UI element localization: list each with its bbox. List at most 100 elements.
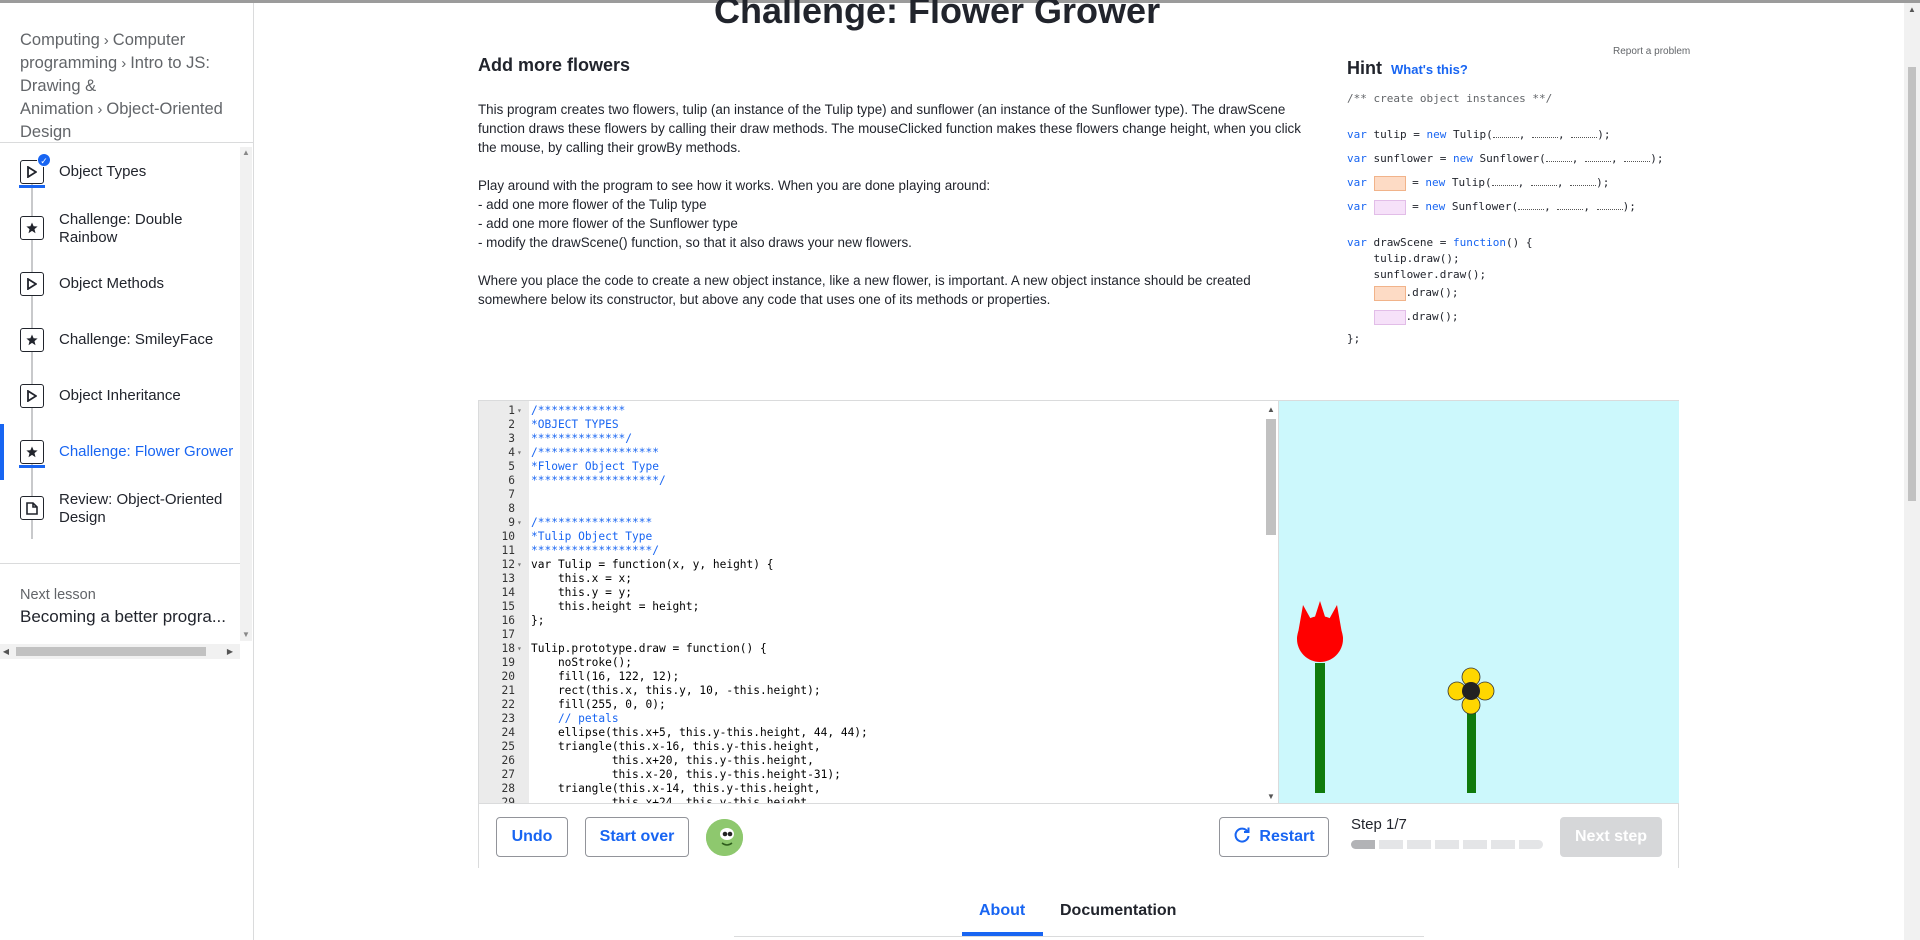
next-lesson-link[interactable]: Becoming a better progra... <box>20 607 226 627</box>
sidebar-item-object-methods[interactable]: Object Methods <box>0 256 240 312</box>
code-line[interactable]: 27 this.x-20, this.y-this.height-31); <box>479 768 1259 782</box>
code-line[interactable]: 3 **************/ <box>479 432 1259 446</box>
canvas-drawing <box>1297 601 1495 793</box>
sidebar-item-object-inheritance[interactable]: Object Inheritance <box>0 368 240 424</box>
scroll-right-arrow-icon[interactable]: ▶ <box>224 644 236 659</box>
code-line[interactable]: 29 this.x+24, this.y-this.height, <box>479 796 1259 803</box>
code-line[interactable]: 5 *Flower Object Type <box>479 460 1259 474</box>
scrollbar-thumb[interactable] <box>1266 419 1276 535</box>
code-line[interactable]: 10 *Tulip Object Type <box>479 530 1259 544</box>
code-line[interactable]: 21 rect(this.x, this.y, 10, -this.height… <box>479 684 1259 698</box>
code-line[interactable]: 2 *OBJECT TYPES <box>479 418 1259 432</box>
code-text: triangle(this.x-16, this.y-this.height, <box>531 740 821 753</box>
code-text: triangle(this.x-14, this.y-this.height, <box>531 782 821 795</box>
restart-icon <box>1233 826 1251 849</box>
code-line[interactable]: 26 this.x+20, this.y-this.height, <box>479 754 1259 768</box>
scroll-left-arrow-icon[interactable]: ◀ <box>0 644 12 659</box>
code-line[interactable]: 9 ▾ /***************** <box>479 516 1259 530</box>
restart-button[interactable]: Restart <box>1219 817 1329 857</box>
code-text: this.x-20, this.y-this.height-31); <box>531 768 841 781</box>
scrollbar-thumb[interactable] <box>1908 67 1916 501</box>
tab-about[interactable]: About <box>979 902 1025 920</box>
avatar[interactable] <box>706 819 743 856</box>
blank-field <box>1492 128 1519 138</box>
code-line[interactable]: 1 ▾ /************* <box>479 404 1259 418</box>
code-line[interactable]: 14 this.y = y; <box>479 586 1259 600</box>
next-step-button[interactable]: Next step <box>1560 817 1662 857</box>
sidebar-item-challenge-flower-grower[interactable]: Challenge: Flower Grower <box>0 424 240 480</box>
code-line[interactable]: 7 <box>479 488 1259 502</box>
sidebar-item-object-types[interactable]: ✓ Object Types <box>0 144 240 200</box>
sidebar-item-review-object-oriented-design[interactable]: Review: Object-Oriented Design <box>0 480 240 536</box>
code-line[interactable]: 17 <box>479 628 1259 642</box>
blank-field <box>1624 152 1651 162</box>
start-over-button[interactable]: Start over <box>585 817 689 857</box>
code-line[interactable]: 8 <box>479 502 1259 516</box>
breadcrumb-link-computing[interactable]: Computing <box>20 31 100 49</box>
fold-arrow-icon[interactable]: ▾ <box>517 516 527 530</box>
code-line[interactable]: 20 fill(16, 122, 12); <box>479 670 1259 684</box>
line-number: 16 <box>501 614 515 627</box>
editor-panel: ▲ ▼ 1 ▾/************* 2 *OBJECT TYPES 3 *****… <box>478 400 1679 868</box>
divider <box>734 936 1424 937</box>
fold-arrow-icon[interactable]: ▾ <box>517 446 527 460</box>
scrollbar-thumb[interactable] <box>16 647 206 656</box>
fold-arrow-icon[interactable]: ▾ <box>517 558 527 572</box>
step-label: Step 1/7 <box>1351 816 1407 833</box>
scroll-down-arrow-icon[interactable]: ▼ <box>240 629 252 641</box>
scroll-up-arrow-icon[interactable]: ▲ <box>240 147 252 159</box>
editor-scrollbar[interactable]: ▲ ▼ <box>1263 405 1279 801</box>
line-number: 15 <box>501 600 515 613</box>
code-line[interactable]: 16}; <box>479 614 1259 628</box>
step-segment <box>1435 840 1459 849</box>
sidebar-item-challenge-smileyface[interactable]: Challenge: SmileyFace <box>0 312 240 368</box>
code-line[interactable]: 22 fill(255, 0, 0); <box>479 698 1259 712</box>
line-number: 28 <box>501 782 515 795</box>
hint-line-sunflower: var sunflower = new Sunflower(, , ); <box>1347 152 1664 165</box>
code-line[interactable]: 19 noStroke(); <box>479 656 1259 670</box>
whats-this-link[interactable]: What's this? <box>1391 62 1468 77</box>
code-line[interactable]: 6 *******************/ <box>479 474 1259 488</box>
output-canvas[interactable] <box>1278 401 1679 803</box>
sidebar-item-challenge-double-rainbow[interactable]: Challenge: Double Rainbow <box>0 200 240 256</box>
code-line[interactable]: 12 ▾ var Tulip = function(x, y, height) { <box>479 558 1259 572</box>
code-line[interactable]: 24 ellipse(this.x+5, this.y-this.height,… <box>479 726 1259 740</box>
star-icon <box>19 440 45 468</box>
code-text: *OBJECT TYPES <box>531 418 619 431</box>
code-editor[interactable]: ▲ ▼ 1 ▾/************* 2 *OBJECT TYPES 3 *****… <box>479 401 1279 803</box>
code-line[interactable]: 11 ******************/ <box>479 544 1259 558</box>
sidebar-vertical-scrollbar[interactable]: ▲ ▼ <box>240 147 252 641</box>
section-heading: Add more flowers <box>478 55 631 75</box>
fold-arrow-icon[interactable]: ▾ <box>517 642 527 656</box>
line-number: 14 <box>501 586 515 599</box>
step-segment <box>1407 840 1431 849</box>
tab-documentation[interactable]: Documentation <box>1060 902 1176 920</box>
sidebar-item-label: Object Types <box>59 163 147 180</box>
scroll-up-arrow-icon[interactable]: ▲ <box>1904 5 1920 14</box>
code-line[interactable]: 15 this.height = height; <box>479 600 1259 614</box>
code-line[interactable]: 28 triangle(this.x-14, this.y-this.heigh… <box>479 782 1259 796</box>
undo-button[interactable]: Undo <box>496 817 568 857</box>
description-step: - add one more flower of the Sunflower t… <box>478 216 738 231</box>
page-scrollbar[interactable]: ▲ <box>1904 3 1920 940</box>
code-text: this.y = y; <box>531 586 633 599</box>
code-text: fill(255, 0, 0); <box>531 698 666 711</box>
chevron-right-icon: › <box>97 101 103 118</box>
line-number: 6 <box>508 474 515 487</box>
hint-line-slot-draw-1: .draw(); <box>1347 284 1458 302</box>
code-text: this.x+24, this.y-this.height, <box>531 796 814 803</box>
play-icon: ✓ <box>19 153 51 188</box>
document-icon <box>20 496 44 520</box>
code-line[interactable]: 18 ▾ Tulip.prototype.draw = function() { <box>479 642 1259 656</box>
report-problem-link[interactable]: Report a problem <box>1613 46 1690 57</box>
blank-field <box>1571 128 1598 138</box>
fold-arrow-icon[interactable]: ▾ <box>517 404 527 418</box>
scroll-down-arrow-icon[interactable]: ▼ <box>1263 792 1279 801</box>
line-number: 8 <box>508 502 515 515</box>
scroll-up-arrow-icon[interactable]: ▲ <box>1263 405 1279 414</box>
code-line[interactable]: 4 ▾ /****************** <box>479 446 1259 460</box>
code-line[interactable]: 25 triangle(this.x-16, this.y-this.heigh… <box>479 740 1259 754</box>
sidebar-horizontal-scrollbar[interactable]: ◀ ▶ <box>0 644 240 659</box>
code-line[interactable]: 23 // petals <box>479 712 1259 726</box>
code-line[interactable]: 13 this.x = x; <box>479 572 1259 586</box>
